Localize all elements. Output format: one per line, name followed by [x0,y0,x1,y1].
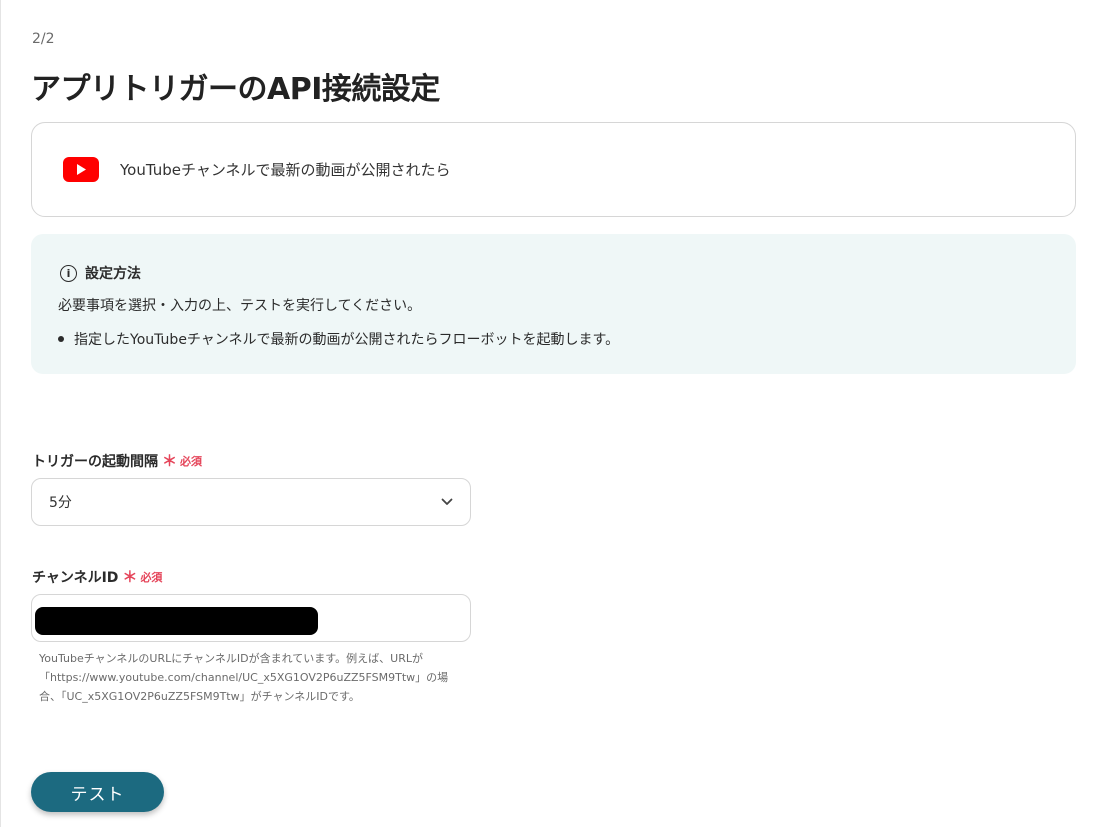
required-label: 必須 [140,570,163,584]
interval-select[interactable]: 5分 [31,478,471,526]
info-bullet-item: 指定したYouTubeチャンネルで最新の動画が公開されたらフローボットを起動しま… [58,329,619,349]
youtube-icon [63,157,99,182]
help-line: 合、「UC_x5XG1OV2P6uZZ5FSM9Ttw」がチャンネルIDです。 [39,690,360,703]
channel-id-label-text: チャンネルID [32,569,119,586]
info-bullet-text: 指定したYouTubeチャンネルで最新の動画が公開されたらフローボットを起動しま… [74,332,620,348]
settings-page: 2/2 アプリトリガーのAPI接続設定 YouTubeチャンネルで最新の動画が公… [0,0,1097,827]
required-label: 必須 [180,454,203,468]
required-asterisk-icon: ＊ [122,568,138,586]
info-header: i 設定方法 [60,263,141,283]
channel-id-help-text: YouTubeチャンネルのURLにチャンネルIDが含まれています。例えば、URL… [39,649,479,706]
test-button[interactable]: テスト [31,772,164,812]
trigger-description: YouTubeチャンネルで最新の動画が公開されたら [120,161,451,179]
required-badge: ＊ 必須 [162,450,202,471]
info-icon: i [60,264,77,282]
interval-selected-value: 5分 [49,495,72,511]
help-line: 「https://www.youtube.com/channel/UC_x5XG… [39,671,449,684]
chevron-down-icon [441,498,453,505]
channel-id-label: チャンネルID ＊ 必須 [32,566,162,587]
info-description: 必要事項を選択・入力の上、テストを実行してください。 [58,298,422,314]
required-asterisk-icon: ＊ [162,452,178,470]
interval-label-text: トリガーの起動間隔 [32,453,158,470]
page-title: アプリトリガーのAPI接続設定 [31,72,440,107]
required-badge: ＊ 必須 [122,566,162,587]
help-line: YouTubeチャンネルのURLにチャンネルIDが含まれています。例えば、URL… [39,652,423,665]
interval-label: トリガーの起動間隔 ＊ 必須 [32,450,202,471]
redacted-value [35,607,318,635]
info-title: 設定方法 [85,266,141,282]
bullet-dot [58,336,64,342]
step-indicator: 2/2 [32,31,55,47]
